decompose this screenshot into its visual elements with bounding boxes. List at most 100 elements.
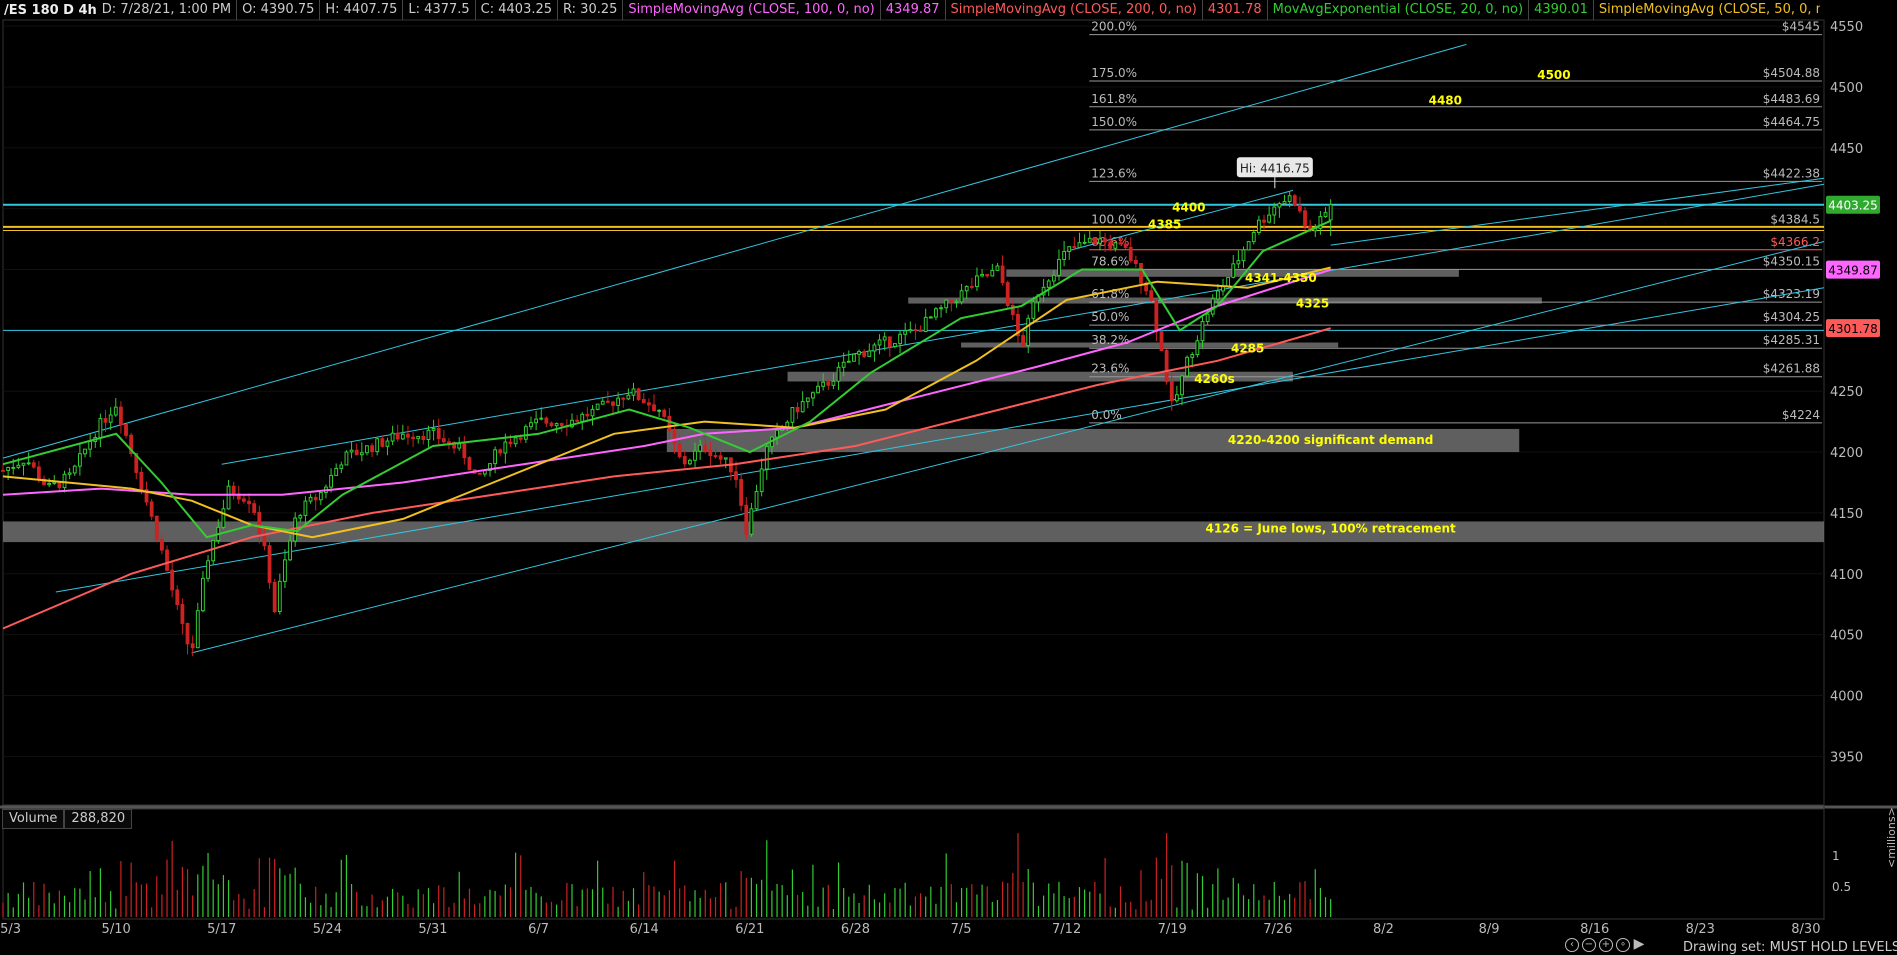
- time-tick-label: 6/21: [735, 922, 764, 937]
- candle-body: [462, 443, 467, 459]
- header-segment[interactable]: SimpleMovingAvg (CLOSE, 50, 0, no): [1594, 0, 1820, 20]
- candle-body: [180, 603, 185, 624]
- candle-body: [108, 414, 113, 423]
- candle-body: [406, 433, 410, 438]
- candle-body: [1, 469, 5, 472]
- candle-body: [523, 426, 528, 440]
- header-segment[interactable]: R: 30.25: [558, 0, 624, 20]
- candle-body: [77, 453, 82, 467]
- candle-body: [1180, 375, 1184, 396]
- candle-body: [939, 307, 943, 310]
- candle-body: [693, 450, 697, 461]
- candle-body: [21, 462, 26, 466]
- chart-canvas[interactable]: 3950400040504100415042004250430043504400…: [0, 0, 1897, 950]
- candle-body: [431, 427, 436, 431]
- candle-body: [646, 402, 651, 406]
- candle-body: [1190, 354, 1195, 358]
- play-icon[interactable]: ▶: [1633, 937, 1645, 951]
- candle-body: [436, 427, 441, 440]
- candle-body: [534, 418, 539, 424]
- candle-body: [354, 449, 359, 456]
- candle-body: [682, 456, 687, 465]
- fib-price-label: $4261.88: [1763, 362, 1820, 376]
- header-segment[interactable]: 4390.01: [1529, 0, 1594, 20]
- header-segment[interactable]: H: 4407.75: [320, 0, 404, 20]
- header-segment[interactable]: D: 7/28/21, 1:00 PM: [97, 0, 238, 20]
- header-segment[interactable]: 4301.78: [1203, 0, 1268, 20]
- candle-body: [831, 380, 836, 386]
- candle-body: [1000, 265, 1005, 284]
- fib-percent-label: 78.6%: [1091, 254, 1129, 268]
- candle-body: [318, 492, 323, 501]
- candle-body: [6, 466, 11, 471]
- fib-percent-label: 150.0%: [1091, 115, 1137, 129]
- candle-body: [1195, 340, 1200, 356]
- candle-body: [1057, 258, 1061, 276]
- time-tick-label: 7/26: [1263, 922, 1292, 937]
- candle-body: [949, 299, 954, 303]
- fib-price-label: $4545: [1782, 20, 1820, 34]
- candle-body: [1267, 214, 1272, 223]
- fib-price-label: $4422.38: [1763, 166, 1820, 180]
- header-segment[interactable]: L: 4377.5: [403, 0, 476, 20]
- candle-body: [1328, 204, 1333, 221]
- candle-body: [57, 481, 62, 489]
- candle-body: [395, 432, 400, 440]
- header-segment[interactable]: O: 4390.75: [237, 0, 321, 20]
- candle-body: [985, 273, 990, 277]
- symbol-label[interactable]: /ES 180 D 4h: [0, 3, 97, 18]
- candle-body: [744, 504, 749, 535]
- candle-body: [113, 406, 118, 416]
- candle-body: [723, 457, 728, 460]
- candle-body: [359, 452, 364, 456]
- candle-body: [821, 381, 826, 387]
- candle-body: [964, 285, 969, 292]
- candle-body: [811, 392, 815, 399]
- candle-body: [62, 473, 67, 489]
- candle-body: [288, 540, 292, 561]
- header-segment[interactable]: SimpleMovingAvg (CLOSE, 200, 0, no): [946, 0, 1203, 20]
- price-tick-label: 4450: [1830, 142, 1863, 157]
- candle-body: [190, 643, 195, 649]
- candle-body: [698, 444, 703, 452]
- candle-body: [26, 462, 31, 465]
- time-tick-label: 5/17: [207, 922, 236, 937]
- candle-body: [339, 464, 344, 469]
- high-marker-label: Hi: 4416.75: [1240, 161, 1310, 175]
- candle-body: [1067, 246, 1072, 252]
- candle-body: [390, 432, 395, 442]
- candle-body: [708, 449, 713, 457]
- price-tick-label: 4150: [1830, 507, 1863, 522]
- candle-body: [611, 401, 615, 406]
- header-segment[interactable]: C: 4403.25: [476, 0, 559, 20]
- header-segment[interactable]: SimpleMovingAvg (CLOSE, 100, 0, no): [623, 0, 881, 20]
- candle-body: [841, 361, 846, 368]
- candle-body: [667, 415, 672, 431]
- price-annotation: 4220-4200 significant demand: [1228, 433, 1433, 447]
- price-panel-frame: [2, 19, 1825, 806]
- candle-body: [1251, 232, 1256, 243]
- candle-body: [775, 429, 779, 438]
- candle-body: [759, 468, 764, 493]
- candle-body: [1026, 317, 1031, 346]
- fib-percent-label: 123.6%: [1091, 166, 1137, 180]
- drawing-set-label[interactable]: Drawing set: MUST HOLD LEVELS: [1683, 940, 1897, 955]
- candle-body: [549, 422, 554, 427]
- fib-price-label: $4483.69: [1763, 92, 1820, 106]
- time-tick-label: 6/28: [841, 922, 870, 937]
- header-segment[interactable]: 4349.87: [881, 0, 946, 20]
- volume-panel-header: Volume 288,820: [2, 809, 133, 829]
- candle-body: [72, 465, 77, 474]
- price-badge-label: 4403.25: [1828, 199, 1878, 213]
- candle-body: [605, 400, 610, 403]
- time-tick-label: 8/30: [1791, 922, 1820, 937]
- price-badge-label: 4349.87: [1828, 264, 1878, 278]
- candle-body: [257, 511, 262, 535]
- candle-body: [1159, 331, 1164, 352]
- candle-body: [867, 350, 872, 357]
- candle-body: [1241, 249, 1246, 262]
- volume-unit-label: <millions>: [1885, 807, 1897, 868]
- header-segment[interactable]: MovAvgExponential (CLOSE, 20, 0, no): [1268, 0, 1530, 20]
- candle-body: [882, 336, 887, 341]
- candle-body: [467, 457, 472, 471]
